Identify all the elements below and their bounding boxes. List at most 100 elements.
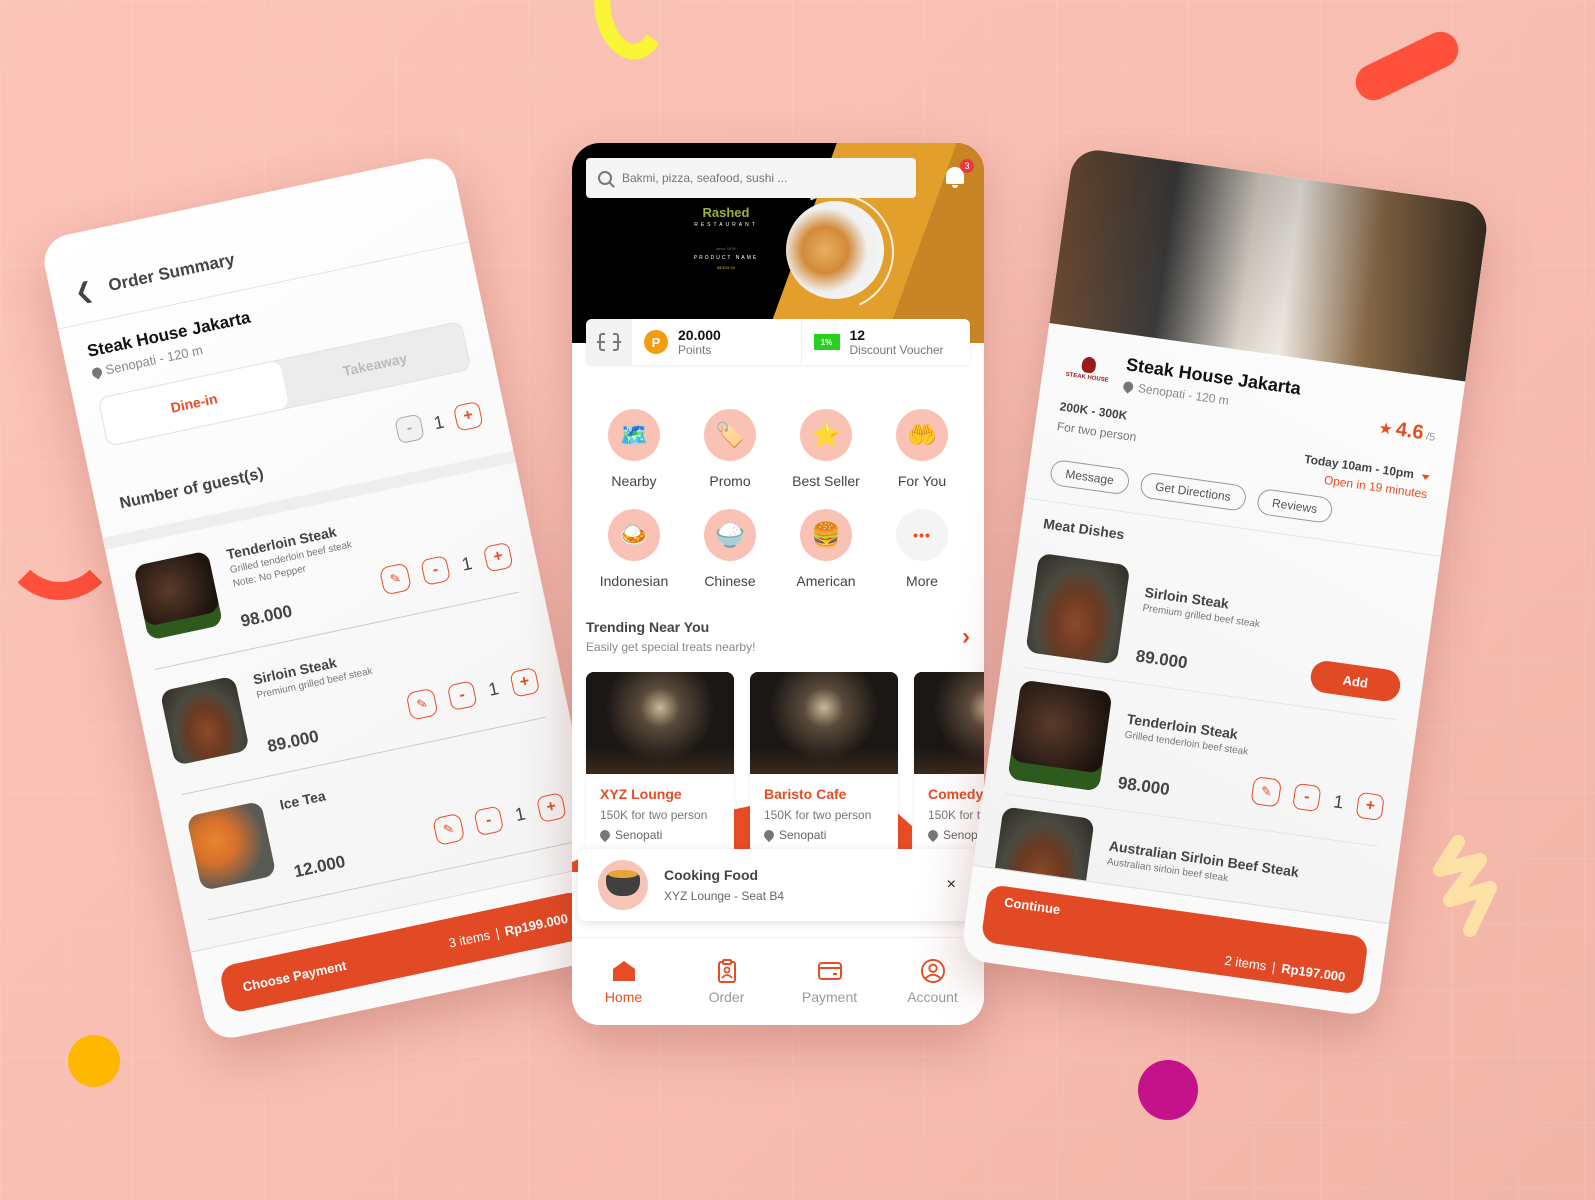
restaurant-detail-screen: STEAK HOUSE Steak House Jakarta Senopati… — [959, 146, 1491, 1018]
trending-card[interactable]: XYZ Lounge 150K for two person Senopati … — [586, 672, 734, 872]
get-directions-button[interactable]: Get Directions — [1138, 471, 1248, 512]
item-count: 2 items — [1223, 952, 1268, 974]
card-location: Senopati — [779, 828, 827, 842]
location-pin-icon — [925, 827, 941, 843]
location-pin-icon — [761, 827, 777, 843]
choose-payment-button[interactable]: Choose Payment 3 items | Rp199.000 — [218, 889, 593, 1015]
cooking-pot-icon — [598, 860, 648, 910]
category-indonesian[interactable]: 🍛 Indonesian — [586, 509, 682, 589]
back-chevron-icon[interactable]: ❮ — [72, 277, 95, 306]
heart-hands-icon: 🤲 — [896, 409, 948, 461]
tab-label: Account — [907, 988, 958, 1005]
item-increment-button[interactable]: + — [1355, 791, 1385, 822]
item-decrement-button[interactable]: - — [473, 805, 505, 837]
order-status-toast[interactable]: Cooking Food XYZ Lounge - Seat B4 × — [578, 849, 976, 921]
category-label: Chinese — [704, 573, 756, 589]
card-price: 150K for two person — [600, 808, 708, 822]
trending-carousel[interactable]: XYZ Lounge 150K for two person Senopati … — [572, 672, 984, 872]
tenderloin-steak-image — [133, 550, 224, 641]
edit-pencil-icon[interactable]: ✎ — [378, 562, 413, 596]
close-icon[interactable]: × — [947, 876, 956, 894]
decor-cream-squiggle — [1433, 835, 1497, 937]
account-icon — [920, 958, 945, 983]
category-for-you[interactable]: 🤲 For You — [874, 409, 970, 489]
trending-subtitle: Easily get special treats nearby! — [586, 640, 756, 654]
chevron-right-icon[interactable]: › — [962, 623, 970, 651]
item-decrement-button[interactable]: - — [420, 555, 451, 586]
guest-decrement-button[interactable]: - — [394, 413, 425, 445]
points-label: Points — [678, 343, 712, 357]
caret-down-icon[interactable] — [1421, 474, 1430, 481]
trending-card[interactable]: Comedy 150K for two person Senopati 4.5 … — [914, 672, 984, 872]
item-increment-button[interactable]: + — [535, 792, 567, 823]
voucher-stat[interactable]: 1% 12 Discount Voucher — [800, 319, 971, 365]
category-label: American — [796, 573, 856, 589]
category-grid: 🗺️ Nearby 🏷️ Promo ⭐ Best Seller 🤲 For Y… — [572, 365, 984, 589]
voucher-label: Discount Voucher — [849, 343, 944, 357]
category-more[interactable]: ••• More — [874, 509, 970, 589]
edit-pencil-icon[interactable]: ✎ — [405, 687, 439, 721]
restaurant-interior-image — [750, 672, 898, 774]
card-location: Senopati — [615, 828, 663, 842]
tab-label: Home — [604, 988, 643, 1005]
category-label: More — [906, 573, 938, 589]
category-promo[interactable]: 🏷️ Promo — [682, 409, 778, 489]
banner-food-plate-image — [786, 201, 884, 299]
search-input[interactable] — [622, 171, 892, 185]
category-chinese[interactable]: 🍚 Chinese — [682, 509, 778, 589]
toast-subtitle: XYZ Lounge - Seat B4 — [664, 889, 785, 903]
decor-magenta-dot — [1138, 1060, 1198, 1120]
edit-pencil-icon[interactable]: ✎ — [432, 812, 466, 846]
category-best-seller[interactable]: ⭐ Best Seller — [778, 409, 874, 489]
item-decrement-button[interactable]: - — [1292, 782, 1322, 813]
location-pin-icon — [1121, 379, 1136, 394]
bottom-tab-bar: Home Order Payment Account — [572, 937, 984, 1025]
item-decrement-button[interactable]: - — [446, 680, 478, 712]
promo-banner[interactable]: Rashed RESTAURANT since 1878 PRODUCT NAM… — [572, 143, 984, 343]
points-stat[interactable]: P 20.000 Points — [632, 319, 801, 365]
restaurant-interior-image — [586, 672, 734, 774]
stars-icon: ⭐ — [800, 409, 852, 461]
guest-label: Number of guest(s) — [118, 465, 266, 513]
category-label: For You — [897, 473, 947, 489]
item-increment-button[interactable]: + — [482, 541, 514, 573]
tab-label: Order — [708, 988, 745, 1005]
order-summary-screen: ❮ Order Summary Steak House Jakarta Seno… — [39, 153, 621, 1043]
trending-card[interactable]: Baristo Cafe 150K for two person Senopat… — [750, 672, 898, 872]
discount-tag-icon: 🏷️ — [704, 409, 756, 461]
trending-header: Trending Near You Easily get special tre… — [572, 589, 984, 654]
notification-bell-icon[interactable]: 3 — [944, 159, 974, 188]
message-button[interactable]: Message — [1048, 458, 1131, 496]
edit-pencil-icon[interactable]: ✎ — [1250, 775, 1283, 808]
cta-label: Continue — [1003, 894, 1062, 918]
scan-qr-icon — [597, 332, 621, 352]
location-pin-icon — [597, 827, 613, 843]
star-icon: ★ — [1377, 419, 1394, 439]
guest-increment-button[interactable]: + — [452, 400, 484, 432]
notification-badge: 3 — [960, 159, 974, 173]
location-pin-icon — [90, 365, 104, 379]
item-qty: 1 — [513, 802, 527, 825]
card-price: 150K for two person — [764, 808, 872, 822]
rating-value: 4.6 — [1394, 418, 1425, 445]
search-bar[interactable] — [586, 158, 916, 198]
tab-order[interactable]: Order — [675, 938, 778, 1025]
banner-since: since 1878 — [716, 246, 736, 251]
decor-yellow-arc — [586, 0, 674, 66]
steak-house-logo: STEAK HOUSE — [1063, 346, 1114, 392]
banner-brand-sub: RESTAURANT — [694, 222, 758, 228]
item-increment-button[interactable]: + — [509, 666, 541, 698]
category-american[interactable]: 🍔 American — [778, 509, 874, 589]
tab-payment[interactable]: Payment — [778, 938, 881, 1025]
voucher-value: 12 — [849, 327, 866, 343]
item-count: 3 items — [447, 926, 492, 951]
cta-label: Choose Payment — [241, 957, 348, 994]
reviews-button[interactable]: Reviews — [1255, 487, 1334, 525]
item-qty: 1 — [486, 677, 501, 700]
tab-home[interactable]: Home — [572, 938, 675, 1025]
scan-button[interactable] — [586, 319, 632, 365]
banner-price: $$ $16.94 — [717, 265, 735, 270]
more-dots-icon: ••• — [896, 509, 948, 561]
toast-title: Cooking Food — [664, 867, 759, 883]
category-nearby[interactable]: 🗺️ Nearby — [586, 409, 682, 489]
